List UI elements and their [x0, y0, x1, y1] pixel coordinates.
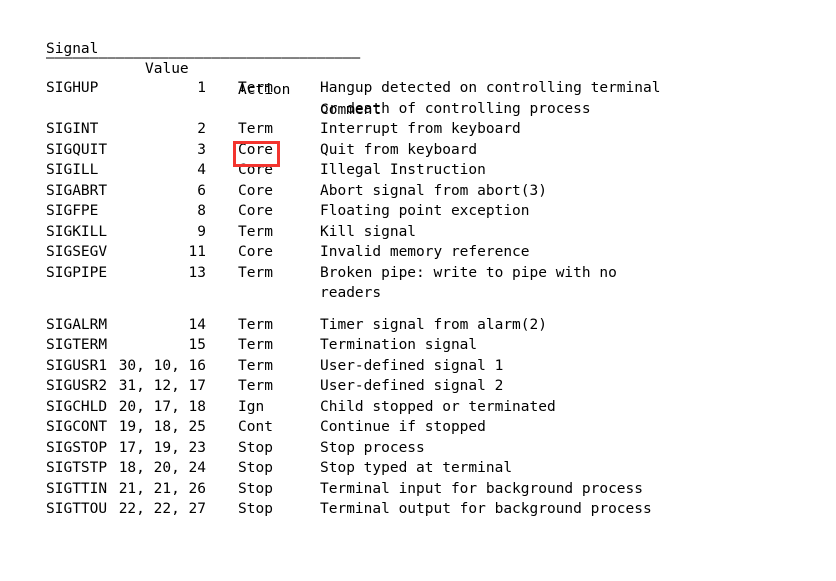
cell-comment: Terminal output for background process: [320, 501, 652, 518]
table-row: SIGABRT 6 Core Abort signal from abort(3): [0, 181, 836, 202]
table-row: SIGCONT 19, 18, 25 Cont Continue if stopped: [0, 417, 836, 438]
cell-value: 22, 22, 27: [118, 501, 206, 518]
cell-action: Stop: [238, 460, 273, 477]
table-row: SIGSEGV 11 Core Invalid memory reference: [0, 242, 836, 263]
table-row-comment-continuation: readers: [0, 283, 836, 304]
cell-value: 11: [188, 244, 206, 260]
table-row: SIGPIPE 13 Term Broken pipe: write to pipe …: [0, 263, 836, 284]
cell-action: Term: [238, 337, 273, 354]
cell-action: Core: [238, 162, 273, 178]
cell-value: 3: [197, 141, 206, 158]
cell-value: 18, 20, 24: [118, 460, 206, 477]
table-row: SIGTERM 15 Term Termination signal: [0, 335, 836, 356]
cell-comment: Child stopped or terminated: [320, 398, 556, 415]
table-row: SIGILL 4 Core Illegal Instruction: [0, 160, 836, 181]
cell-comment: Invalid memory reference: [320, 244, 530, 260]
cell-value: 1: [197, 80, 206, 96]
cell-action: Term: [238, 223, 273, 240]
table-row: SIGALRM 14 Term Timer signal from alarm(2): [0, 315, 836, 336]
cell-value: 6: [197, 182, 206, 199]
cell-value: 31, 12, 17: [118, 378, 206, 395]
cell-action: Term: [238, 378, 273, 395]
cell-comment: Abort signal from abort(3): [320, 182, 547, 199]
cell-action: Core: [238, 141, 273, 158]
cell-action: Ign: [238, 398, 265, 415]
cell-action: Term: [238, 121, 273, 137]
cell-action: Term: [238, 357, 273, 374]
header-separator-rule: ————————————————————————————————————: [46, 50, 361, 66]
cell-comment: Stop process: [320, 439, 425, 456]
table-row: SIGFPE 8 Core Floating point exception: [0, 201, 836, 222]
signal-table: Signal Value Action Comment ————————————…: [0, 0, 836, 581]
cell-value: 30, 10, 16: [118, 357, 206, 374]
table-row: SIGTTIN 21, 21, 26 Stop Terminal input for …: [0, 479, 836, 500]
table-row: SIGKILL 9 Term Kill signal: [0, 222, 836, 243]
table-header-row: Signal Value Action Comment: [0, 18, 836, 119]
table-row: SIGUSR2 31, 12, 17 Term User-defined signal…: [0, 376, 836, 397]
cell-value: 15: [188, 337, 206, 354]
cell-value: 21, 21, 26: [118, 480, 206, 497]
cell-action: Core: [238, 182, 273, 199]
cell-value: 17, 19, 23: [118, 439, 206, 456]
cell-comment: Continue if stopped: [320, 419, 486, 436]
cell-action: Core: [238, 203, 273, 219]
cell-action: Stop: [238, 501, 273, 518]
cell-comment: Stop typed at terminal: [320, 460, 513, 477]
table-row: SIGUSR1 30, 10, 16 Term User-defined signal…: [0, 356, 836, 377]
cell-comment: Kill signal: [320, 223, 417, 240]
cell-value: 8: [197, 203, 206, 219]
cell-value: 14: [188, 316, 206, 333]
cell-comment: Termination signal: [320, 337, 478, 354]
table-row: SIGTSTP 18, 20, 24 Stop Stop typed at termi…: [0, 458, 836, 479]
cell-action: Term: [238, 80, 273, 96]
cell-value: 2: [197, 121, 206, 137]
table-row: SIGSTOP 17, 19, 23 Stop Stop process: [0, 438, 836, 459]
cell-value: 9: [197, 223, 206, 240]
table-row-comment-continuation: or death of controlling process: [0, 99, 836, 120]
cell-value: 13: [188, 264, 206, 281]
cell-comment: Interrupt from keyboard: [320, 121, 521, 137]
cell-action: Core: [238, 244, 273, 260]
cell-comment-continued: or death of controlling process: [320, 100, 591, 117]
cell-comment: Broken pipe: write to pipe with no: [320, 264, 617, 281]
cell-comment: Timer signal from alarm(2): [320, 316, 547, 333]
table-row: SIGTTOU 22, 22, 27 Stop Terminal output for…: [0, 499, 836, 520]
table-row: SIGINT 2 Term Interrupt from keyboard: [0, 119, 836, 140]
table-row: SIGQUIT 3 Core Quit from keyboard: [0, 140, 836, 161]
cell-action: Stop: [238, 480, 273, 497]
cell-comment-continued: readers: [320, 285, 382, 301]
table-row: SIGHUP 1 Term Hangup detected on controllin…: [0, 78, 836, 99]
cell-comment: Hangup detected on controlling terminal: [320, 80, 661, 96]
cell-comment: Illegal Instruction: [320, 162, 486, 178]
cell-action: Term: [238, 316, 273, 333]
cell-value: 20, 17, 18: [118, 398, 206, 415]
cell-comment: Quit from keyboard: [320, 141, 478, 158]
cell-value: 19, 18, 25: [118, 419, 206, 436]
cell-comment: Floating point exception: [320, 203, 530, 219]
cell-action: Term: [238, 264, 273, 281]
cell-comment: User-defined signal 1: [320, 357, 504, 374]
cell-comment: Terminal input for background process: [320, 480, 644, 497]
cell-action: Stop: [238, 439, 273, 456]
cell-action: Cont: [238, 419, 273, 436]
cell-comment: User-defined signal 2: [320, 378, 504, 395]
cell-value: 4: [197, 162, 206, 178]
table-row: SIGCHLD 20, 17, 18 Ign Child stopped or ter…: [0, 397, 836, 418]
